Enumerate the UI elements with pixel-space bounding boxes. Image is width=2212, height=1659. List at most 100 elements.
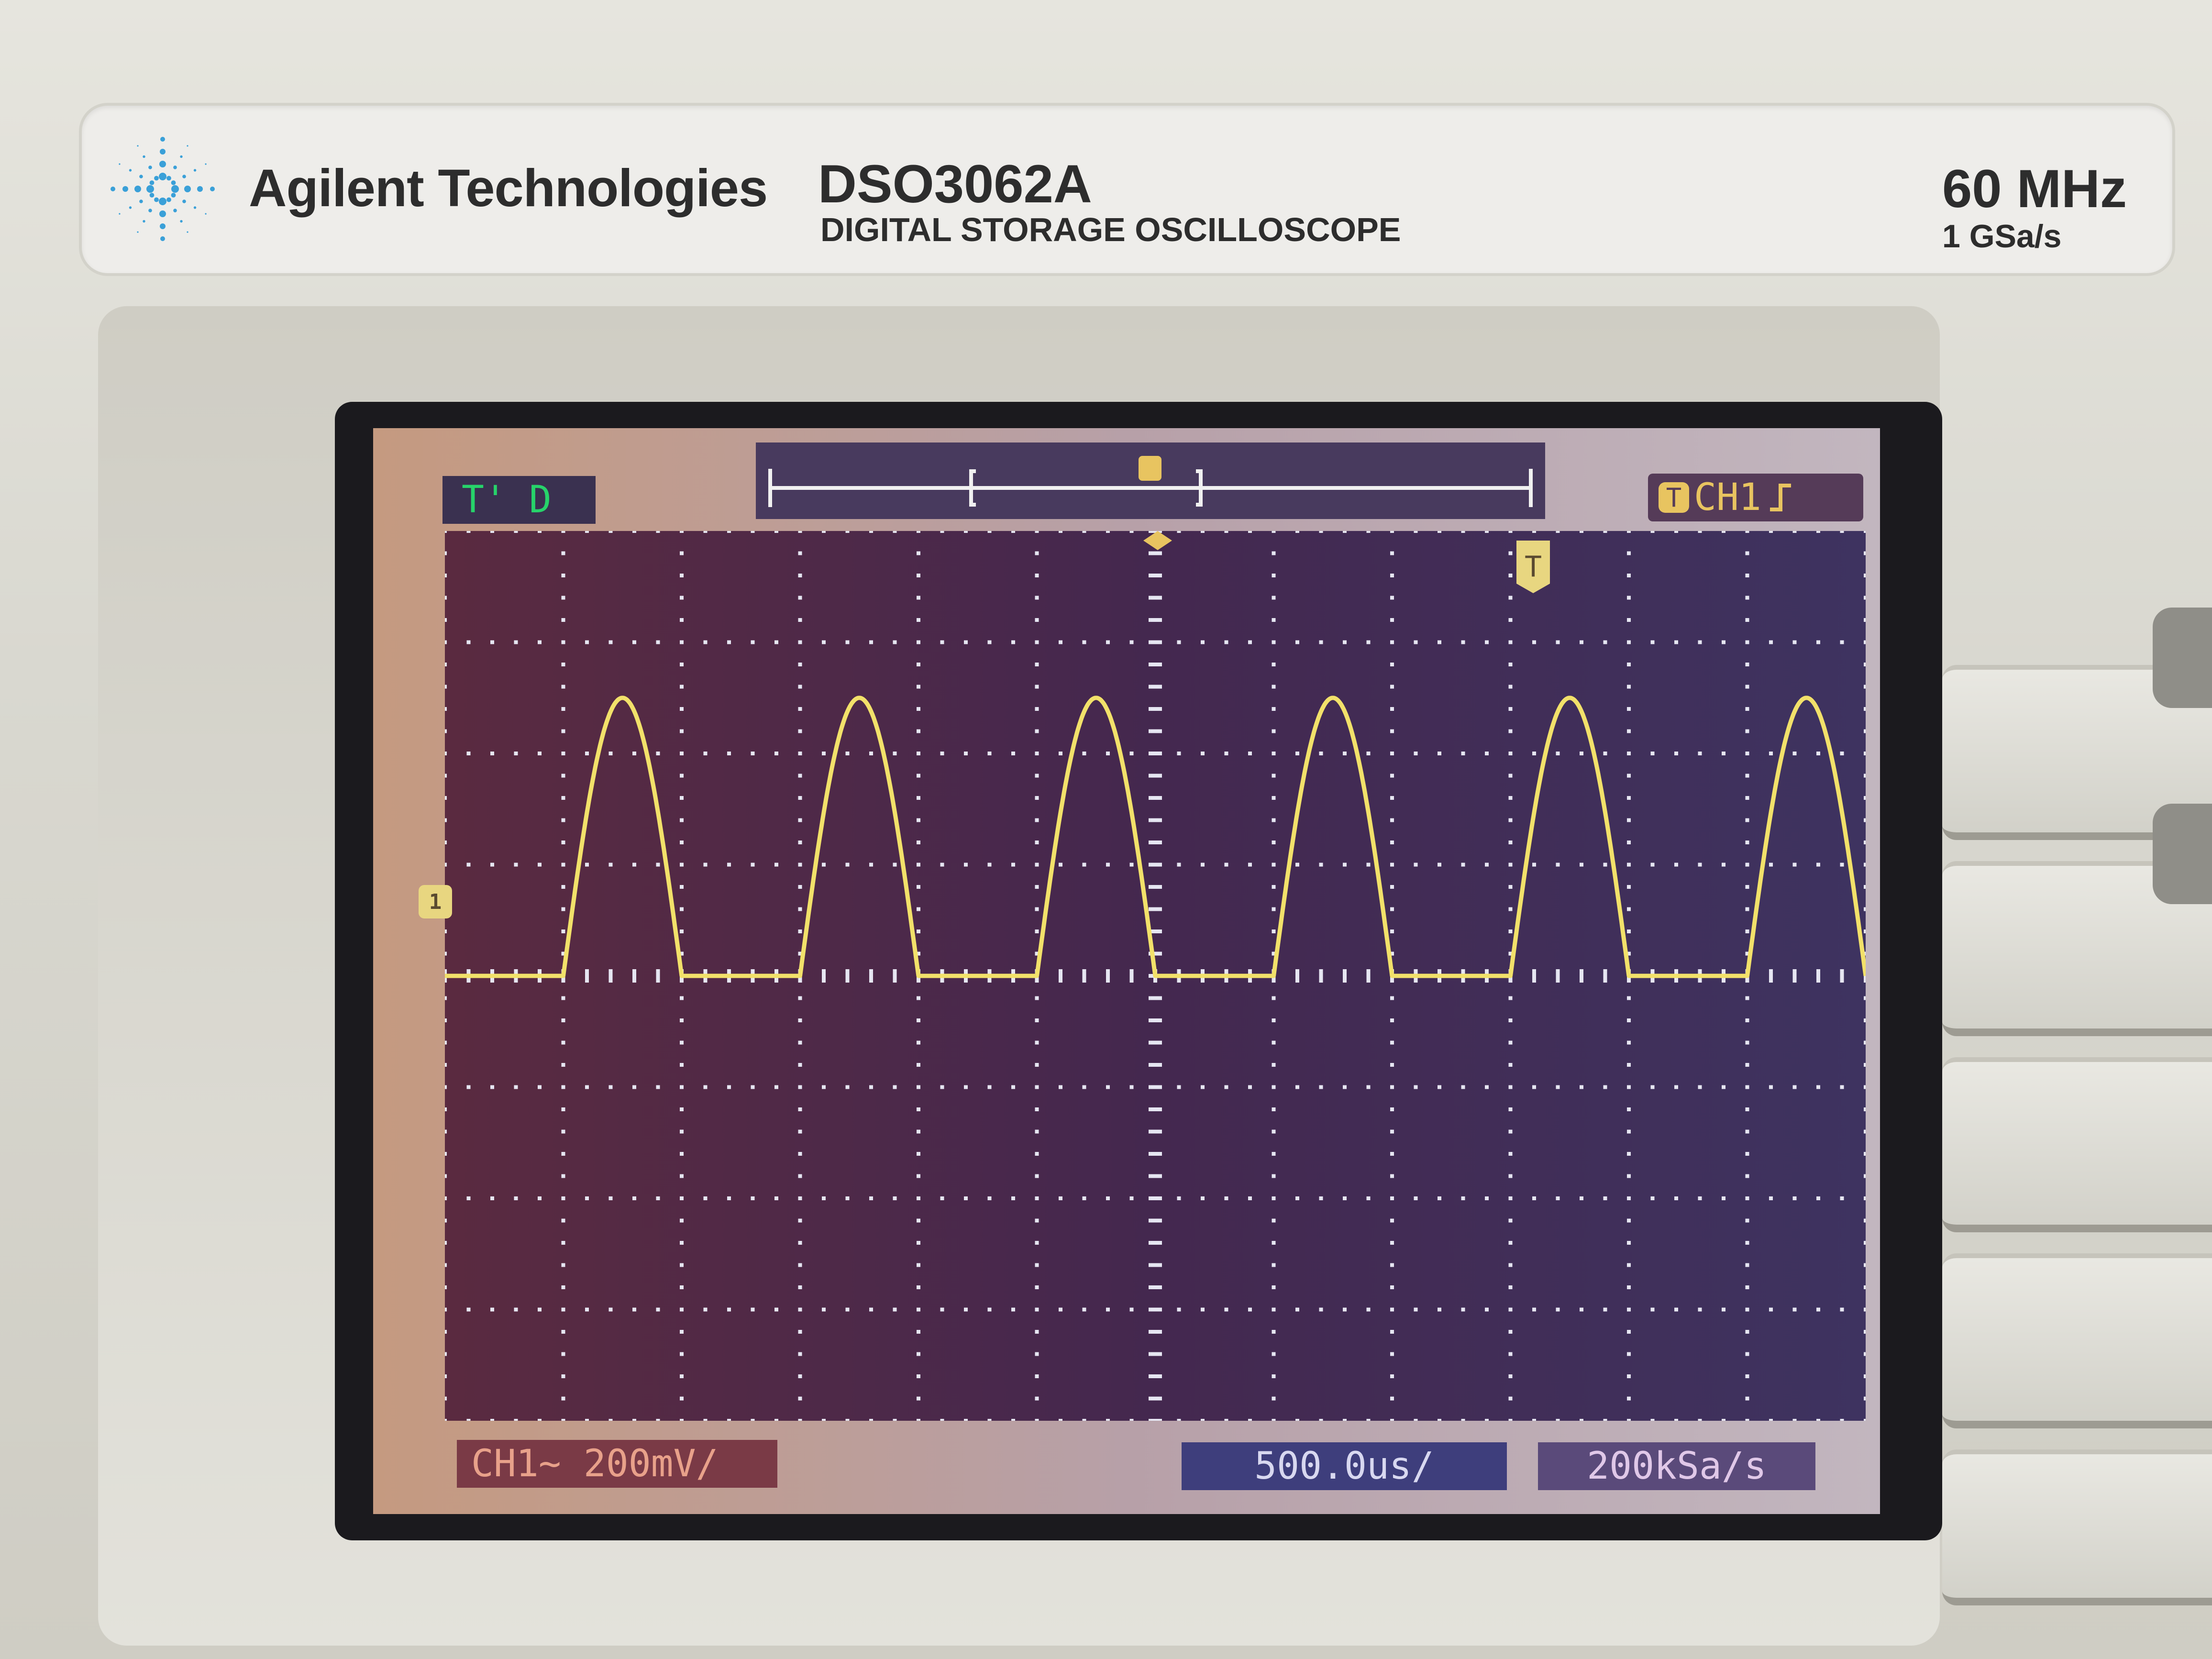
grid-dot: [1722, 863, 1725, 867]
grid-dot: [1390, 1196, 1394, 1200]
grid-dot: [1580, 1307, 1583, 1312]
grid-dot: [1461, 863, 1465, 867]
grid-dot: [1864, 1352, 1866, 1356]
grid-dot: [680, 774, 684, 778]
softkey-3[interactable]: [1942, 1057, 2212, 1232]
grid-dot: [1745, 685, 1749, 689]
grid-dot: [1035, 640, 1039, 644]
grid-dot: [1035, 818, 1039, 822]
grid-dot: [1627, 663, 1631, 666]
grid-dot: [1627, 1040, 1631, 1045]
grid-dot: [561, 640, 565, 644]
grid-dot: [680, 1129, 684, 1134]
grid-dot: [1129, 1419, 1134, 1421]
grid-dot: [1650, 640, 1655, 644]
center-vertical-tick: [1149, 1374, 1162, 1378]
grid-dot: [445, 1129, 447, 1134]
grid-dot: [1106, 531, 1110, 533]
grid-dot: [1508, 551, 1513, 555]
logo-dot: [166, 197, 171, 202]
grid-dot: [656, 1419, 660, 1421]
grid-dot: [893, 752, 897, 755]
grid-dot: [1272, 1196, 1276, 1200]
grid-dot: [1745, 885, 1749, 889]
grid-dot: [1461, 752, 1465, 755]
grid-dot: [1011, 531, 1015, 533]
grid-dot: [1722, 1419, 1725, 1421]
logo-dot: [187, 231, 188, 233]
grid-dot: [1864, 752, 1866, 755]
grid-dot: [561, 531, 565, 533]
grid-dot: [964, 1085, 968, 1089]
grid-dot: [1792, 1196, 1797, 1200]
grid-dot: [1272, 574, 1276, 577]
grid-dot: [1650, 863, 1655, 867]
logo-dot: [137, 145, 139, 147]
grid-dot: [1864, 818, 1866, 822]
grid-dot: [632, 1196, 636, 1200]
grid-dot: [1248, 640, 1252, 644]
grid-dot: [680, 531, 684, 533]
grid-dot: [1864, 685, 1866, 689]
logo-dot: [193, 206, 197, 209]
grid-dot: [822, 1085, 826, 1089]
grid-dot: [893, 863, 897, 867]
grid-dot: [1650, 1196, 1655, 1200]
softkey-5[interactable]: [1942, 1449, 2212, 1605]
center-vertical-tick: [1149, 1063, 1162, 1067]
grid-dot: [680, 1285, 684, 1289]
grid-dot: [798, 1285, 802, 1289]
grid-dot: [917, 796, 920, 800]
grid-dot: [1650, 752, 1655, 755]
grid-dot: [845, 1196, 850, 1200]
grid-dot: [798, 729, 802, 733]
grid-dot: [1627, 996, 1631, 1000]
grid-dot: [1035, 551, 1039, 555]
grid-dot: [1177, 752, 1181, 755]
grid-dot: [1272, 663, 1276, 666]
grid-dot: [1508, 1085, 1513, 1089]
grid-dot: [1272, 1129, 1276, 1134]
grid-dot: [1011, 1307, 1015, 1312]
grid-dot: [1366, 1196, 1371, 1200]
grid-dot: [1864, 640, 1866, 644]
grid-dot: [445, 1152, 447, 1156]
grid-dot: [798, 841, 802, 844]
grid-dot: [1295, 1085, 1299, 1089]
logo-dot: [159, 210, 166, 217]
logo-dot: [119, 213, 121, 215]
grid-dot: [822, 1307, 826, 1312]
side-button-stub-2[interactable]: [2153, 804, 2212, 904]
grid-dot: [917, 1307, 920, 1312]
grid-dot: [798, 885, 802, 889]
grid-dot: [1272, 818, 1276, 822]
grid-dot: [1035, 1374, 1039, 1378]
grid-dot: [798, 1085, 802, 1089]
side-button-stub-1[interactable]: [2153, 608, 2212, 708]
grid-dot: [917, 1285, 920, 1289]
grid-dot: [1722, 1307, 1725, 1312]
grid-dot: [1508, 729, 1513, 733]
grid-dot: [1508, 1040, 1513, 1045]
grid-dot: [798, 1396, 802, 1401]
grid-dot: [1390, 1174, 1394, 1178]
grid-dot: [656, 1307, 660, 1312]
grid-dot: [1745, 663, 1749, 666]
grid-dot: [1745, 1107, 1749, 1111]
grid-dot: [1864, 1018, 1866, 1022]
logo-dot: [180, 220, 183, 223]
grid-dot: [1106, 1085, 1110, 1089]
grid-dot: [1011, 1196, 1015, 1200]
trigger-status: T' D: [442, 476, 596, 524]
softkey-4[interactable]: [1942, 1253, 2212, 1428]
grid-dot: [1390, 863, 1394, 867]
grid-dot: [1366, 640, 1371, 644]
grid-dot: [1106, 640, 1110, 644]
memory-position-bar: [756, 442, 1545, 519]
center-horizontal-tick: [608, 969, 613, 983]
grid-dot: [917, 1352, 920, 1356]
grid-dot: [798, 929, 802, 933]
grid-dot: [822, 863, 826, 867]
grid-dot: [1840, 1307, 1844, 1312]
grid-dot: [1816, 1307, 1820, 1312]
